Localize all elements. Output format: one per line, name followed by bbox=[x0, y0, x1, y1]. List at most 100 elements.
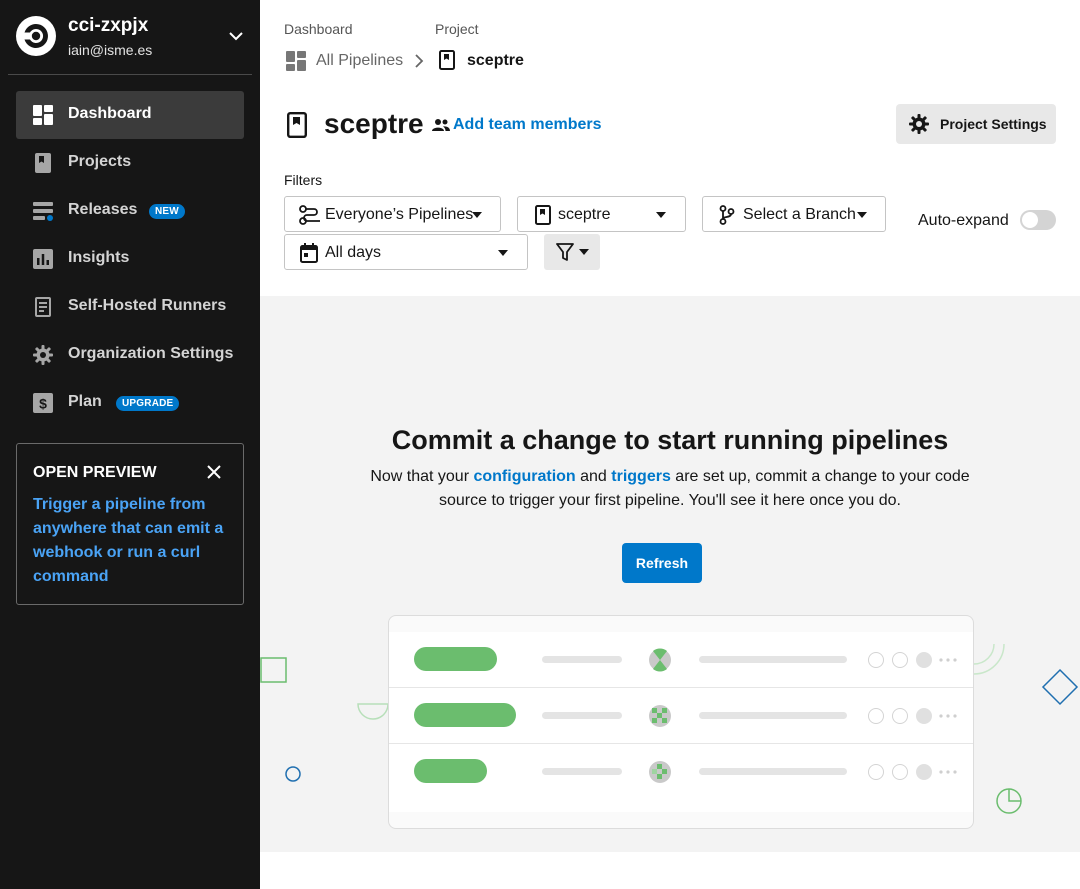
page-title: sceptre bbox=[324, 108, 424, 139]
projects-icon bbox=[35, 153, 51, 173]
placeholder-bar bbox=[699, 712, 847, 719]
sidebar-item-releases[interactable]: Releases NEW bbox=[16, 187, 244, 235]
circle-decoration-icon bbox=[285, 766, 301, 782]
releases-icon bbox=[33, 202, 53, 221]
project-settings-button[interactable]: Project Settings bbox=[896, 104, 1056, 144]
sidebar-item-organization-settings[interactable]: Organization Settings bbox=[16, 331, 244, 379]
placeholder-ring bbox=[892, 708, 908, 724]
sidebar-item-label: Self-Hosted Runners bbox=[68, 297, 227, 314]
project-icon bbox=[535, 205, 551, 225]
placeholder-ring bbox=[916, 708, 932, 724]
running-status-icon bbox=[649, 705, 671, 727]
git-branch-icon bbox=[719, 205, 735, 225]
calendar-icon bbox=[300, 243, 318, 263]
preview-link[interactable]: Trigger a pipeline from anywhere that ca… bbox=[33, 493, 233, 589]
empty-state-title: Commit a change to start running pipelin… bbox=[391, 425, 949, 455]
auto-expand-toggle[interactable] bbox=[1020, 210, 1056, 230]
org-switcher[interactable]: cci-zxpjx iain@isme.es bbox=[0, 0, 260, 75]
breadcrumb-project-label: Project bbox=[435, 21, 479, 37]
sidebar-item-self-hosted-runners[interactable]: Self-Hosted Runners bbox=[16, 283, 244, 331]
org-email: iain@isme.es bbox=[68, 42, 153, 58]
sidebar: cci-zxpjx iain@isme.es Dashboard Project… bbox=[0, 0, 260, 889]
sidebar-item-label: Releases bbox=[68, 201, 138, 218]
status-pill bbox=[414, 759, 487, 783]
project-filter-value: sceptre bbox=[558, 206, 611, 223]
project-filter-select[interactable]: sceptre bbox=[517, 196, 686, 232]
breadcrumb-dashboard-label: Dashboard bbox=[284, 21, 353, 37]
add-team-members-label: Add team members bbox=[453, 116, 602, 133]
placeholder-bar bbox=[699, 768, 847, 775]
branch-filter-select[interactable]: Select a Branch bbox=[702, 196, 886, 232]
sidebar-item-insights[interactable]: Insights bbox=[16, 235, 244, 283]
pipelines-illustration bbox=[388, 615, 974, 829]
dashboard-icon bbox=[286, 51, 306, 71]
placeholder-ring bbox=[916, 652, 932, 668]
sidebar-item-label: Dashboard bbox=[68, 105, 152, 122]
placeholder-bar bbox=[542, 656, 622, 663]
diamond-decoration-icon bbox=[1041, 668, 1079, 706]
org-name: cci-zxpjx bbox=[68, 15, 149, 36]
success-status-icon bbox=[649, 648, 671, 672]
square-decoration-icon bbox=[260, 657, 287, 683]
insights-icon bbox=[33, 249, 53, 269]
branch-filter-value: Select a Branch bbox=[743, 206, 856, 223]
triggers-link[interactable]: triggers bbox=[611, 468, 671, 485]
breadcrumb-all-pipelines-text: All Pipelines bbox=[316, 52, 404, 69]
ellipsis-icon bbox=[939, 770, 957, 774]
caret-down-icon bbox=[498, 250, 508, 256]
close-icon[interactable] bbox=[206, 464, 222, 480]
status-pill bbox=[414, 703, 516, 727]
configuration-link[interactable]: configuration bbox=[473, 468, 575, 485]
refresh-button[interactable]: Refresh bbox=[622, 543, 702, 583]
illustration-row bbox=[389, 688, 973, 744]
toggle-knob bbox=[1022, 212, 1038, 228]
running-status-icon bbox=[649, 761, 671, 783]
chevron-down-icon[interactable] bbox=[226, 28, 246, 44]
placeholder-ring bbox=[892, 764, 908, 780]
sidebar-item-projects[interactable]: Projects bbox=[16, 139, 244, 187]
placeholder-ring bbox=[916, 764, 932, 780]
placeholder-bar bbox=[542, 768, 622, 775]
breadcrumb-project-text: sceptre bbox=[467, 52, 524, 69]
sidebar-item-label: Insights bbox=[68, 249, 130, 266]
caret-down-icon bbox=[857, 212, 867, 218]
preview-title: OPEN PREVIEW bbox=[33, 464, 157, 481]
filters-label: Filters bbox=[284, 172, 323, 188]
illustration-row bbox=[389, 632, 973, 688]
chevron-right-icon bbox=[415, 54, 424, 68]
caret-down-icon bbox=[656, 212, 666, 218]
project-icon bbox=[287, 112, 307, 138]
plan-icon: $ bbox=[33, 393, 53, 413]
upgrade-badge[interactable]: UPGRADE bbox=[116, 396, 180, 411]
placeholder-bar bbox=[542, 712, 622, 719]
placeholder-ring bbox=[892, 652, 908, 668]
more-filters-button[interactable] bbox=[544, 234, 600, 270]
days-filter-value: All days bbox=[325, 244, 382, 261]
sidebar-item-plan[interactable]: $ Plan UPGRADE bbox=[16, 379, 244, 427]
funnel-icon bbox=[556, 243, 574, 261]
svg-text:$: $ bbox=[39, 396, 47, 412]
placeholder-ring bbox=[868, 652, 884, 668]
ellipsis-icon bbox=[939, 658, 957, 662]
placeholder-bar bbox=[699, 656, 847, 663]
new-badge: NEW bbox=[149, 204, 185, 219]
auto-expand-label: Auto-expand bbox=[918, 212, 1009, 229]
sidebar-divider bbox=[8, 74, 252, 75]
open-preview-card: OPEN PREVIEW Trigger a pipeline from any… bbox=[16, 443, 244, 605]
caret-down-icon bbox=[472, 212, 482, 218]
illustration-table bbox=[389, 632, 973, 812]
days-filter-select[interactable]: All days bbox=[284, 234, 528, 270]
sidebar-item-dashboard[interactable]: Dashboard bbox=[16, 91, 244, 139]
illustration-row bbox=[389, 744, 973, 800]
caret-down-icon bbox=[579, 249, 589, 255]
ellipsis-icon bbox=[939, 714, 957, 718]
pie-decoration-icon bbox=[996, 788, 1022, 814]
pipelines-filter-value: Everyone’s Pipelines bbox=[325, 206, 474, 223]
status-pill bbox=[414, 647, 497, 671]
pipelines-filter-select[interactable]: Everyone’s Pipelines bbox=[284, 196, 501, 232]
half-circle-decoration-icon bbox=[357, 703, 389, 720]
people-icon bbox=[432, 119, 450, 131]
project-icon bbox=[439, 50, 455, 70]
runners-icon bbox=[35, 297, 51, 317]
placeholder-ring bbox=[868, 708, 884, 724]
